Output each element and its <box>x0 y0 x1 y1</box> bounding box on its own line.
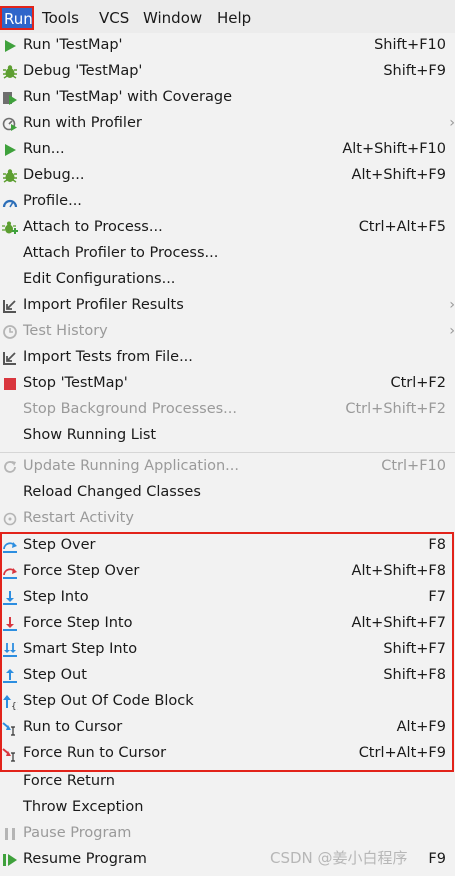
coverage-icon <box>2 90 18 106</box>
attach-icon <box>2 220 18 236</box>
run-icon <box>2 142 18 158</box>
menu-vcs[interactable]: VCS <box>99 9 129 27</box>
menu-item-profile[interactable]: Profile... <box>0 189 455 215</box>
menu-item-run-with-profiler[interactable]: Run with Profiler › <box>0 111 455 137</box>
submenu-arrow-icon: › <box>449 115 455 131</box>
force-step-into-icon <box>2 616 18 632</box>
menu-item-step-out[interactable]: Step Out Shift+F8 <box>0 663 455 689</box>
menu-window[interactable]: Window <box>143 9 202 27</box>
import-icon <box>2 350 18 366</box>
debug-icon <box>2 168 18 184</box>
history-icon <box>2 324 18 340</box>
menu-item-edit-configurations[interactable]: Edit Configurations... <box>0 267 455 293</box>
menu-item-smart-step-into[interactable]: Smart Step Into Shift+F7 <box>0 637 455 663</box>
menu-item-debug-testmap[interactable]: Debug 'TestMap' Shift+F9 <box>0 59 455 85</box>
menu-item-reload-changed-classes[interactable]: Reload Changed Classes <box>0 480 455 506</box>
menu-item-attach-to-process[interactable]: Attach to Process... Ctrl+Alt+F5 <box>0 215 455 241</box>
run-dropdown-menu: Run 'TestMap' Shift+F10 Debug 'TestMap' … <box>0 33 455 876</box>
pause-icon <box>2 826 18 842</box>
menu-item-update-running-app: Update Running Application... Ctrl+F10 <box>0 454 455 480</box>
menu-item-force-step-into[interactable]: Force Step Into Alt+Shift+F7 <box>0 611 455 637</box>
menu-item-force-run-to-cursor[interactable]: Force Run to Cursor Ctrl+Alt+F9 <box>0 741 455 767</box>
menu-run[interactable]: Run <box>0 6 34 30</box>
menu-item-step-out-of-code-block[interactable]: {} Step Out Of Code Block <box>0 689 455 715</box>
menu-item-run-testmap[interactable]: Run 'TestMap' Shift+F10 <box>0 33 455 59</box>
menu-item-run-to-cursor[interactable]: Run to Cursor Alt+F9 <box>0 715 455 741</box>
menu-item-debug-dialog[interactable]: Debug... Alt+Shift+F9 <box>0 163 455 189</box>
menu-bar: Run Tools VCS Window Help <box>0 0 455 34</box>
svg-text:{}: {} <box>11 702 18 710</box>
menu-item-stop-testmap[interactable]: Stop 'TestMap' Ctrl+F2 <box>0 371 455 397</box>
menu-item-pause-program: Pause Program <box>0 821 455 847</box>
menu-separator <box>0 452 455 453</box>
force-step-over-icon <box>2 564 18 580</box>
run-to-cursor-icon <box>2 720 18 736</box>
menu-item-attach-profiler[interactable]: Attach Profiler to Process... <box>0 241 455 267</box>
step-over-icon <box>2 538 18 554</box>
step-out-block-icon: {} <box>2 694 18 710</box>
run-icon <box>2 38 18 54</box>
submenu-arrow-icon: › <box>449 323 455 339</box>
menu-item-force-step-over[interactable]: Force Step Over Alt+Shift+F8 <box>0 559 455 585</box>
import-icon <box>2 298 18 314</box>
update-icon <box>2 459 18 475</box>
force-run-to-cursor-icon <box>2 746 18 762</box>
menu-item-step-into[interactable]: Step Into F7 <box>0 585 455 611</box>
smart-step-into-icon <box>2 642 18 658</box>
profile-icon <box>2 194 18 210</box>
step-into-icon <box>2 590 18 606</box>
profiler-icon <box>2 116 18 132</box>
menu-item-force-return[interactable]: Force Return <box>0 769 455 795</box>
debug-icon <box>2 64 18 80</box>
menu-item-stop-background: Stop Background Processes... Ctrl+Shift+… <box>23 401 446 417</box>
menu-item-throw-exception[interactable]: Throw Exception <box>0 795 455 821</box>
submenu-arrow-icon: › <box>449 297 455 313</box>
menu-tools[interactable]: Tools <box>42 9 79 27</box>
restart-icon <box>2 511 18 527</box>
menu-item-restart-activity: Restart Activity <box>0 506 455 532</box>
resume-icon <box>2 852 18 868</box>
menu-item-import-profiler-results[interactable]: Import Profiler Results › <box>0 293 455 319</box>
stop-icon <box>2 376 18 392</box>
menu-item-run-dialog[interactable]: Run... Alt+Shift+F10 <box>0 137 455 163</box>
menu-item-run-with-coverage[interactable]: Run 'TestMap' with Coverage <box>0 85 455 111</box>
step-out-icon <box>2 668 18 684</box>
menu-item-test-history: Test History › <box>0 319 455 345</box>
menu-help[interactable]: Help <box>217 9 251 27</box>
menu-item-import-tests[interactable]: Import Tests from File... <box>0 345 455 371</box>
menu-item-step-over[interactable]: Step Over F8 <box>0 533 455 559</box>
watermark: CSDN @姜小白程序 <box>270 849 408 867</box>
menu-item-show-running-list[interactable]: Show Running List <box>0 423 455 449</box>
